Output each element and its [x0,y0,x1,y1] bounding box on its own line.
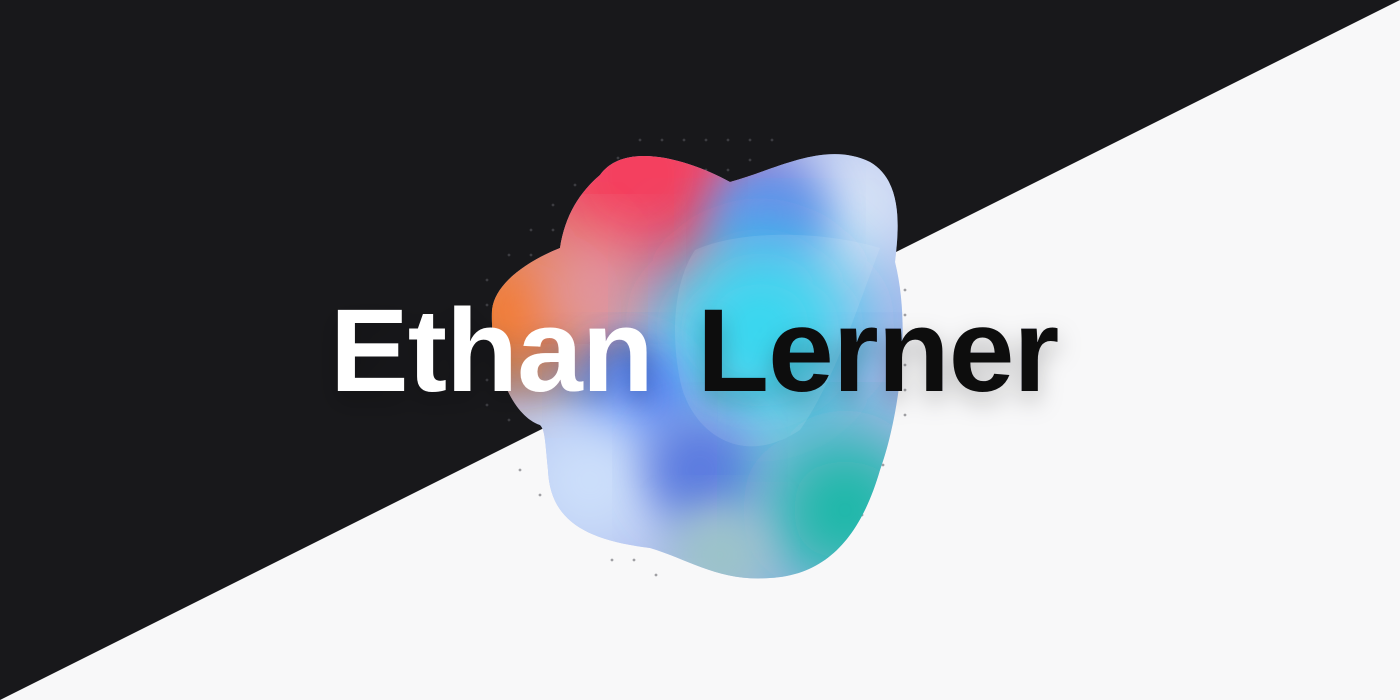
first-name: Ethan [330,285,653,417]
hero-banner: Ethan Lerner [0,0,1400,700]
last-name: Lerner [697,285,1058,417]
hero-artwork: Ethan Lerner [0,0,1400,700]
